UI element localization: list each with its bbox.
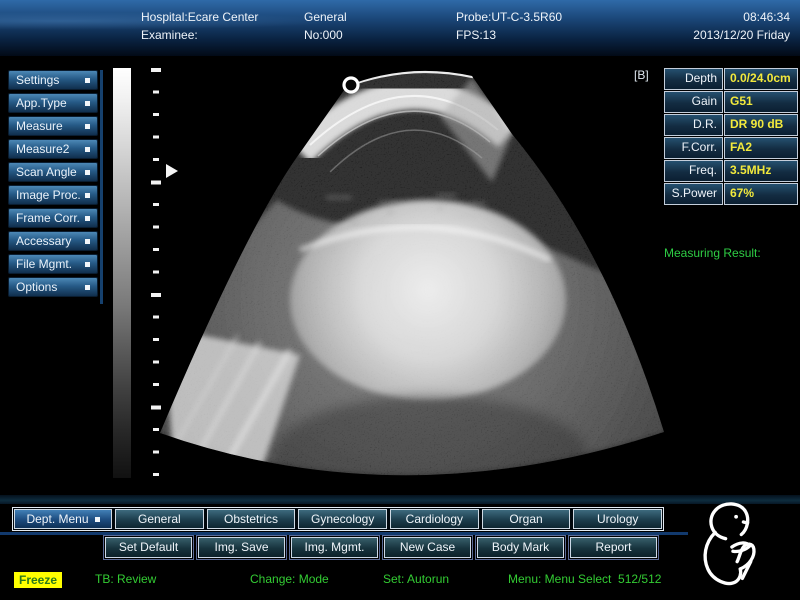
menu-square-icon [85, 262, 90, 267]
sidebar-item-options[interactable]: Options [8, 277, 98, 297]
dept-tab-urology[interactable]: Urology [573, 509, 662, 529]
sidebar-item-settings[interactable]: Settings [8, 70, 98, 90]
menu-square-icon [95, 517, 100, 522]
dept-tab-obstetrics[interactable]: Obstetrics [207, 509, 296, 529]
menu-square-icon [85, 170, 90, 175]
param-row-dr[interactable]: D.R.DR 90 dB [664, 114, 798, 136]
menu-square-icon [85, 216, 90, 221]
sidebar-item-accessary[interactable]: Accessary [8, 231, 98, 251]
report-button[interactable]: Report [570, 537, 657, 558]
sidebar-item-measure[interactable]: Measure [8, 116, 98, 136]
menu-hint: Menu: Menu Select 512/512 [508, 572, 661, 586]
top-info-bar: Hospital:Ecare Center Examinee: General … [0, 0, 800, 56]
menu-square-icon [85, 124, 90, 129]
freeze-indicator: Freeze [14, 572, 62, 588]
examinee-label: Examinee: [141, 28, 198, 42]
param-value: 67% [724, 183, 798, 205]
focus-arrow-icon[interactable] [166, 164, 178, 178]
clock-date: 2013/12/20 Friday [693, 28, 790, 42]
img-mgmt-button[interactable]: Img. Mgmt. [291, 537, 378, 558]
patient-number: No:000 [304, 28, 343, 42]
depth-ruler [151, 68, 161, 476]
sidebar-item-scan-angle[interactable]: Scan Angle [8, 162, 98, 182]
param-value: G51 [724, 91, 798, 113]
param-row-freq[interactable]: Freq.3.5MHz [664, 160, 798, 182]
sidebar-item-image-proc[interactable]: Image Proc. [8, 185, 98, 205]
parameter-panel: Depth0.0/24.0cm GainG51 D.R.DR 90 dB F.C… [664, 68, 798, 206]
sidebar-item-frame-corr[interactable]: Frame Corr. [8, 208, 98, 228]
dept-tab-general[interactable]: General [115, 509, 204, 529]
param-row-depth[interactable]: Depth0.0/24.0cm [664, 68, 798, 90]
param-row-fcorr[interactable]: F.Corr.FA2 [664, 137, 798, 159]
dept-tab-cardiology[interactable]: Cardiology [390, 509, 479, 529]
menu-square-icon [85, 147, 90, 152]
fetus-logo-icon [702, 500, 766, 592]
measuring-result-label: Measuring Result: [664, 246, 761, 260]
action-button-bar: Set Default Img. Save Img. Mgmt. New Cas… [105, 537, 657, 558]
set-default-button[interactable]: Set Default [105, 537, 192, 558]
img-save-button[interactable]: Img. Save [198, 537, 285, 558]
menu-square-icon [85, 193, 90, 198]
ultrasound-image[interactable] [140, 60, 670, 500]
menu-square-icon [85, 101, 90, 106]
param-value: 0.0/24.0cm [724, 68, 798, 90]
probe-label: Probe:UT-C-3.5R60 [456, 10, 562, 24]
param-row-spower[interactable]: S.Power67% [664, 183, 798, 205]
clock-time: 08:46:34 [743, 10, 790, 24]
menu-square-icon [85, 285, 90, 290]
menu-square-icon [85, 78, 90, 83]
bottom-separator [0, 495, 800, 504]
param-row-gain[interactable]: GainG51 [664, 91, 798, 113]
orientation-marker-icon [344, 78, 358, 92]
grayscale-bar [113, 68, 131, 478]
dept-tab-gynecology[interactable]: Gynecology [298, 509, 387, 529]
body-mark-button[interactable]: Body Mark [477, 537, 564, 558]
sidebar-item-measure2[interactable]: Measure2 [8, 139, 98, 159]
dept-menu-button[interactable]: Dept. Menu [14, 509, 112, 529]
param-value: FA2 [724, 137, 798, 159]
dept-tab-organ[interactable]: Organ [482, 509, 571, 529]
change-hint: Change: Mode [250, 572, 329, 586]
hospital-name: Hospital:Ecare Center [141, 10, 258, 24]
sidebar-menu: Settings App.Type Measure Measure2 Scan … [8, 70, 98, 300]
menu-square-icon [85, 239, 90, 244]
sidebar-item-app-type[interactable]: App.Type [8, 93, 98, 113]
app-type-label: General [304, 10, 347, 24]
new-case-button[interactable]: New Case [384, 537, 471, 558]
ultrasound-app: Hospital:Ecare Center Examinee: General … [0, 0, 800, 600]
param-value: DR 90 dB [724, 114, 798, 136]
set-hint: Set: Autorun [383, 572, 449, 586]
param-value: 3.5MHz [724, 160, 798, 182]
dept-menu-glow [0, 532, 688, 535]
sidebar-track [100, 70, 103, 304]
trackball-hint: TB: Review [95, 572, 156, 586]
sidebar-item-file-mgmt[interactable]: File Mgmt. [8, 254, 98, 274]
dept-menu-bar: Dept. Menu General Obstetrics Gynecology… [12, 507, 664, 531]
fps-label: FPS:13 [456, 28, 496, 42]
sector-scan [140, 60, 670, 500]
